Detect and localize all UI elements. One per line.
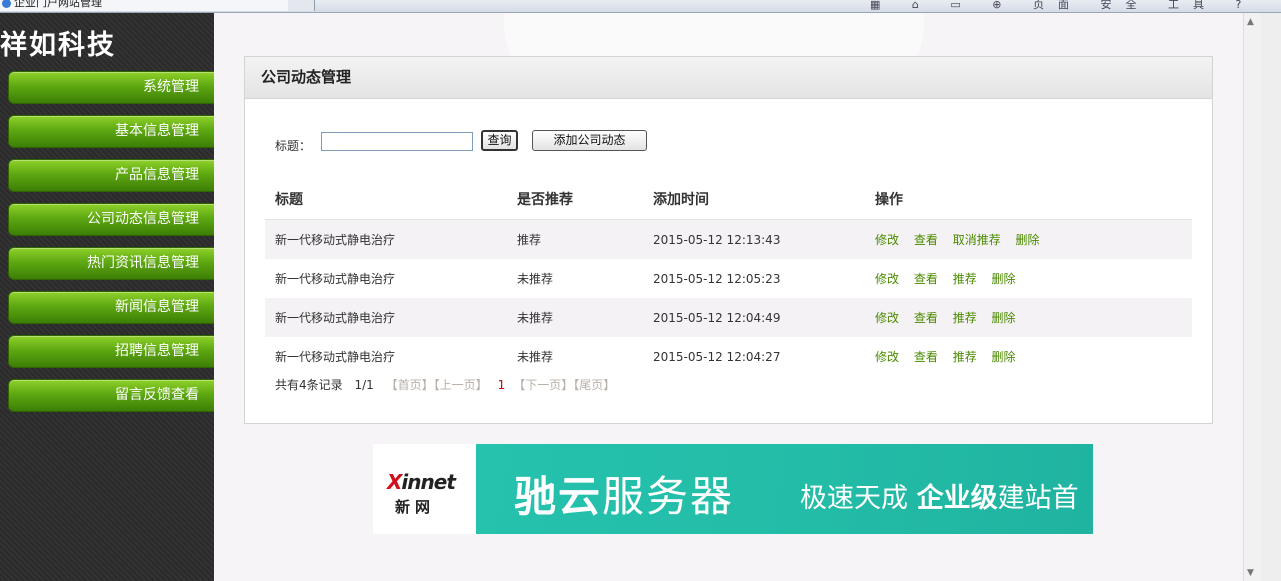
browser-toolbar[interactable]: ▦ ⌂ ▭ ⊕ 页面 安全 工具 ? bbox=[870, 0, 1255, 12]
row-title: 新一代移动式静电治疗 bbox=[265, 259, 507, 298]
last-page-link[interactable]: 【尾页】 bbox=[573, 378, 615, 392]
row-time: 2015-05-12 12:04:49 bbox=[643, 298, 865, 337]
delete-link[interactable]: 删除 bbox=[1016, 233, 1040, 247]
main-content: 公司动态管理 标题： 查询 添加公司动态 标题 是否推荐 添加时间 操作 新一代… bbox=[214, 13, 1243, 581]
table-row: 新一代移动式静电治疗 未推荐 2015-05-12 12:04:49 修改 查看… bbox=[265, 298, 1192, 337]
first-page-link[interactable]: 【首页】 bbox=[386, 378, 434, 392]
delete-link[interactable]: 删除 bbox=[992, 311, 1016, 325]
ad-headline: 驰云服务器 bbox=[514, 472, 735, 521]
sidebar-item-hot-info[interactable]: 热门资讯信息管理 bbox=[8, 247, 214, 280]
row-time: 2015-05-12 12:04:27 bbox=[643, 337, 865, 376]
row-time: 2015-05-12 12:13:43 bbox=[643, 219, 865, 259]
scroll-down-icon[interactable]: ▼ bbox=[1247, 568, 1254, 578]
row-actions: 修改 查看 取消推荐 删除 bbox=[865, 219, 1192, 259]
sidebar-item-basic-info[interactable]: 基本信息管理 bbox=[8, 115, 214, 148]
view-link[interactable]: 查看 bbox=[914, 233, 938, 247]
recommend-link[interactable]: 推荐 bbox=[953, 272, 977, 286]
sidebar-item-products[interactable]: 产品信息管理 bbox=[8, 159, 214, 192]
row-title: 新一代移动式静电治疗 bbox=[265, 298, 507, 337]
table-row: 新一代移动式静电治疗 未推荐 2015-05-12 12:04:27 修改 查看… bbox=[265, 337, 1192, 376]
column-header-actions: 操作 bbox=[865, 178, 1192, 220]
sidebar-item-feedback[interactable]: 留言反馈查看 bbox=[8, 379, 214, 412]
table-row: 新一代移动式静电治疗 推荐 2015-05-12 12:13:43 修改 查看 … bbox=[265, 219, 1192, 259]
ad-banner[interactable]: Xinnet 新网 驰云服务器 极速天成 企业级建站首 bbox=[373, 444, 1093, 534]
sidebar-nav: 系统管理 基本信息管理 产品信息管理 公司动态信息管理 热门资讯信息管理 新闻信… bbox=[8, 71, 214, 423]
title-search-input[interactable] bbox=[321, 132, 473, 151]
column-header-title: 标题 bbox=[265, 178, 507, 220]
recommend-link[interactable]: 推荐 bbox=[953, 311, 977, 325]
pagination: 共有4条记录 1/1 【首页】【上一页】 1 【下一页】【尾页】 bbox=[275, 376, 615, 393]
column-header-time: 添加时间 bbox=[643, 178, 865, 220]
edit-link[interactable]: 修改 bbox=[875, 350, 899, 364]
row-title: 新一代移动式静电治疗 bbox=[265, 337, 507, 376]
next-page-link[interactable]: 【下一页】 bbox=[513, 378, 573, 392]
sidebar-item-company-news[interactable]: 公司动态信息管理 bbox=[8, 203, 214, 236]
row-recommend: 未推荐 bbox=[507, 259, 643, 298]
vertical-scrollbar[interactable]: ▲ ▼ bbox=[1243, 13, 1281, 581]
sidebar-item-news[interactable]: 新闻信息管理 bbox=[8, 291, 214, 324]
xinnet-logo: Xinnet 新网 bbox=[373, 444, 476, 534]
xinnet-logo-text: Xinnet bbox=[387, 470, 456, 494]
scroll-up-icon[interactable]: ▲ bbox=[1247, 17, 1254, 27]
column-header-recommend: 是否推荐 bbox=[507, 178, 643, 220]
table-header-row: 标题 是否推荐 添加时间 操作 bbox=[265, 178, 1192, 220]
delete-link[interactable]: 删除 bbox=[992, 350, 1016, 364]
search-label: 标题： bbox=[275, 139, 312, 153]
sidebar: 祥如科技 系统管理 基本信息管理 产品信息管理 公司动态信息管理 热门资讯信息管… bbox=[0, 13, 214, 581]
scrollbar-track[interactable]: ▲ ▼ bbox=[1243, 13, 1261, 581]
sidebar-item-recruit[interactable]: 招聘信息管理 bbox=[8, 335, 214, 368]
row-title: 新一代移动式静电治疗 bbox=[265, 219, 507, 259]
browser-tab[interactable]: 企业门户网站管理 bbox=[0, 0, 301, 11]
view-link[interactable]: 查看 bbox=[914, 350, 938, 364]
view-link[interactable]: 查看 bbox=[914, 311, 938, 325]
view-link[interactable]: 查看 bbox=[914, 272, 938, 286]
edit-link[interactable]: 修改 bbox=[875, 272, 899, 286]
browser-tab-title: 企业门户网站管理 bbox=[14, 0, 102, 9]
add-company-news-button[interactable]: 添加公司动态 bbox=[532, 130, 647, 151]
row-time: 2015-05-12 12:05:23 bbox=[643, 259, 865, 298]
current-page: 1 bbox=[497, 378, 506, 392]
recommend-link[interactable]: 推荐 bbox=[953, 350, 977, 364]
edit-link[interactable]: 修改 bbox=[875, 311, 899, 325]
ad-body: 驰云服务器 极速天成 企业级建站首 bbox=[476, 444, 1093, 534]
news-table: 标题 是否推荐 添加时间 操作 新一代移动式静电治疗 推荐 2015-05-12… bbox=[265, 178, 1192, 376]
record-count: 共有4条记录 bbox=[275, 378, 343, 392]
browser-bar: 企业门户网站管理 ▦ ⌂ ▭ ⊕ 页面 安全 工具 ? bbox=[0, 0, 1281, 13]
table-row: 新一代移动式静电治疗 未推荐 2015-05-12 12:05:23 修改 查看… bbox=[265, 259, 1192, 298]
row-recommend: 未推荐 bbox=[507, 337, 643, 376]
row-recommend: 未推荐 bbox=[507, 298, 643, 337]
row-actions: 修改 查看 推荐 删除 bbox=[865, 259, 1192, 298]
brand-logo: 祥如科技 bbox=[0, 30, 116, 61]
new-tab-button[interactable] bbox=[288, 0, 315, 11]
delete-link[interactable]: 删除 bbox=[992, 272, 1016, 286]
unrecommend-link[interactable]: 取消推荐 bbox=[953, 233, 1001, 247]
company-news-panel: 公司动态管理 标题： 查询 添加公司动态 标题 是否推荐 添加时间 操作 新一代… bbox=[244, 56, 1213, 424]
row-actions: 修改 查看 推荐 删除 bbox=[865, 298, 1192, 337]
edit-link[interactable]: 修改 bbox=[875, 233, 899, 247]
prev-page-link[interactable]: 【上一页】 bbox=[434, 378, 488, 392]
query-button[interactable]: 查询 bbox=[481, 130, 518, 151]
xinnet-logo-cn: 新网 bbox=[395, 498, 436, 516]
ad-tagline: 极速天成 企业级建站首 bbox=[800, 483, 1079, 514]
ie-icon bbox=[2, 0, 11, 8]
sidebar-item-system[interactable]: 系统管理 bbox=[8, 71, 214, 104]
row-actions: 修改 查看 推荐 删除 bbox=[865, 337, 1192, 376]
panel-title: 公司动态管理 bbox=[245, 57, 1212, 99]
page-count: 1/1 bbox=[354, 378, 374, 392]
row-recommend: 推荐 bbox=[507, 219, 643, 259]
